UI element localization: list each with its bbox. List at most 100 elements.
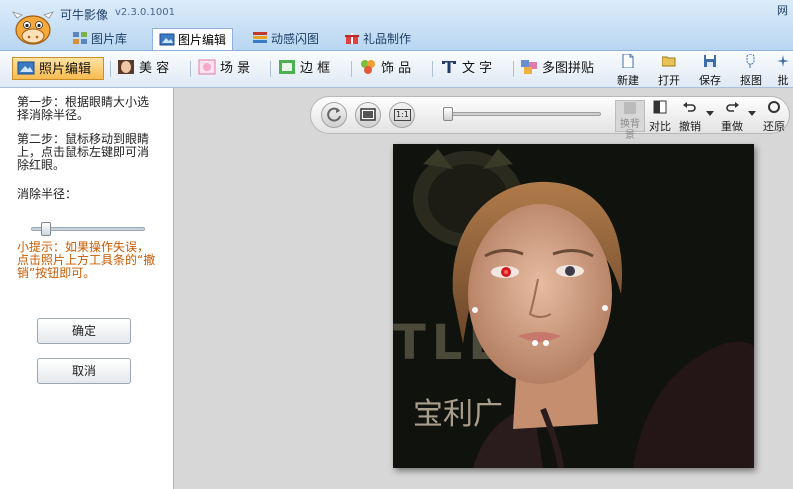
tab-image-edit-label: 图片编辑 — [178, 33, 227, 47]
accessory-icon — [361, 60, 375, 74]
tab-gift[interactable]: 礼品制作 — [338, 28, 417, 50]
network-link[interactable]: 网 — [777, 2, 788, 18]
change-background-label: 换背景 — [620, 119, 640, 141]
title-bar: 可牛影像 v2.3.0.1001 网 图片库 图片编辑 动感闪图 礼品制作 — [0, 0, 793, 51]
red-eye-panel: 第一步：根据眼睛大小选择消除半径。 第二步：鼠标移动到眼睛上，点击鼠标左键即可消… — [0, 88, 174, 489]
tool-beauty[interactable]: 美 容 — [117, 57, 169, 80]
open-button[interactable]: 打开 — [653, 54, 685, 88]
change-background-icon — [624, 102, 636, 114]
compare-button[interactable]: 对比 — [645, 100, 675, 133]
photo-canvas[interactable]: TLE 宝利广 — [393, 144, 754, 468]
save-icon — [704, 55, 716, 67]
text-icon — [442, 61, 456, 73]
open-button-label: 打开 — [658, 74, 680, 87]
tab-gift-label: 礼品制作 — [363, 32, 412, 46]
collage-icon — [521, 60, 537, 74]
change-background-button[interactable]: 换背景 — [615, 100, 645, 141]
restore-label: 还原 — [763, 120, 785, 133]
tab-animation-label: 动感闪图 — [271, 32, 320, 46]
frame-icon — [279, 60, 295, 74]
tab-animation[interactable]: 动感闪图 — [246, 28, 325, 50]
open-folder-icon — [661, 56, 676, 67]
step-one-text: 第一步：根据眼睛大小选择消除半径。 — [17, 95, 150, 122]
tool-photo-edit[interactable]: 照片编辑 — [12, 57, 104, 80]
radius-slider-thumb[interactable] — [41, 222, 51, 236]
canvas-area: 1:1 换背景 对比 撤销 重做 还原 TLE 宝利广 — [174, 88, 793, 489]
compare-icon — [653, 100, 667, 114]
rotate-icon — [327, 107, 341, 122]
gallery-icon — [73, 32, 87, 44]
restore-button[interactable]: 还原 — [759, 100, 789, 133]
cutout-button-label: 抠图 — [740, 74, 762, 87]
redo-label: 重做 — [721, 120, 743, 133]
tool-accessory[interactable]: 饰 品 — [359, 57, 411, 80]
image-edit-icon — [159, 33, 175, 46]
tool-divider — [513, 61, 514, 77]
tool-collage-label: 多图拼贴 — [542, 61, 595, 76]
undo-icon — [683, 102, 696, 112]
tool-frame[interactable]: 边 框 — [278, 57, 330, 80]
app-version: v2.3.0.1001 — [115, 7, 175, 18]
restore-icon — [768, 101, 780, 113]
zoom-slider[interactable] — [443, 107, 601, 121]
tool-accessory-label: 饰 品 — [381, 61, 412, 76]
new-file-icon — [622, 53, 634, 69]
gift-icon — [345, 33, 359, 44]
undo-button[interactable]: 撤销 — [675, 100, 705, 133]
actual-size-label: 1:1 — [394, 109, 411, 121]
batch-icon — [777, 55, 789, 67]
tool-text-label: 文 字 — [462, 61, 493, 76]
tool-text[interactable]: 文 字 — [440, 57, 492, 80]
actual-size-button[interactable]: 1:1 — [389, 102, 415, 128]
new-button-label: 新建 — [617, 74, 639, 87]
photo-edit-icon — [17, 61, 35, 75]
cow-logo-icon — [12, 11, 54, 45]
redo-icon — [726, 102, 739, 112]
undo-label: 撤销 — [679, 120, 701, 133]
cancel-button[interactable]: 取消 — [37, 358, 131, 384]
tool-row: 照片编辑 美 容 场 景 边 框 饰 品 文 字 多图拼贴 新建 打开 保存 抠… — [0, 51, 793, 88]
svg-text:宝利广: 宝利广 — [413, 397, 503, 432]
tool-scene-label: 场 景 — [220, 61, 251, 76]
tool-divider — [351, 61, 352, 77]
compare-label: 对比 — [649, 120, 671, 133]
tab-image-edit[interactable]: 图片编辑 — [152, 28, 234, 50]
cutout-button[interactable]: 抠图 — [735, 53, 767, 88]
fit-window-button[interactable] — [355, 102, 381, 128]
radius-label: 消除半径： — [17, 187, 78, 201]
scene-icon — [198, 59, 216, 75]
portrait-photo: TLE 宝利广 — [393, 144, 754, 468]
tool-beauty-label: 美 容 — [139, 61, 170, 76]
tool-scene[interactable]: 场 景 — [198, 57, 250, 80]
beauty-face-icon — [118, 60, 134, 74]
tool-divider — [190, 61, 191, 77]
step-two-text: 第二步：鼠标移动到眼睛上，点击鼠标左键即可消除红眼。 — [17, 132, 150, 172]
fit-window-icon — [360, 108, 376, 121]
view-toolbar: 1:1 换背景 对比 撤销 重做 还原 — [310, 96, 790, 141]
tool-divider — [110, 61, 111, 77]
tool-photo-edit-label: 照片编辑 — [39, 62, 92, 77]
zoom-slider-track — [443, 112, 601, 116]
cutout-icon — [746, 53, 755, 68]
redo-button[interactable]: 重做 — [717, 100, 747, 133]
tab-gallery-label: 图片库 — [91, 32, 128, 46]
save-button[interactable]: 保存 — [694, 54, 726, 88]
tab-gallery[interactable]: 图片库 — [66, 28, 133, 50]
redo-dropdown-arrow-icon[interactable] — [748, 111, 756, 116]
save-button-label: 保存 — [699, 74, 721, 87]
tool-divider — [432, 61, 433, 77]
tip-text: 小提示：如果操作失误，点击照片上方工具条的“撤销”按钮即可。 — [17, 240, 156, 280]
tool-collage[interactable]: 多图拼贴 — [520, 57, 594, 80]
batch-button[interactable]: 批 — [772, 54, 793, 88]
tool-divider — [270, 61, 271, 77]
tool-frame-label: 边 框 — [300, 61, 331, 76]
new-button[interactable]: 新建 — [612, 53, 644, 88]
undo-dropdown-arrow-icon[interactable] — [706, 111, 714, 116]
app-title: 可牛影像 — [60, 8, 109, 22]
zoom-slider-thumb[interactable] — [443, 107, 453, 121]
confirm-button[interactable]: 确定 — [37, 318, 131, 344]
radius-slider[interactable] — [31, 222, 145, 236]
rotate-button[interactable] — [321, 102, 347, 128]
batch-button-label: 批 — [777, 74, 789, 87]
animation-icon — [253, 32, 267, 43]
